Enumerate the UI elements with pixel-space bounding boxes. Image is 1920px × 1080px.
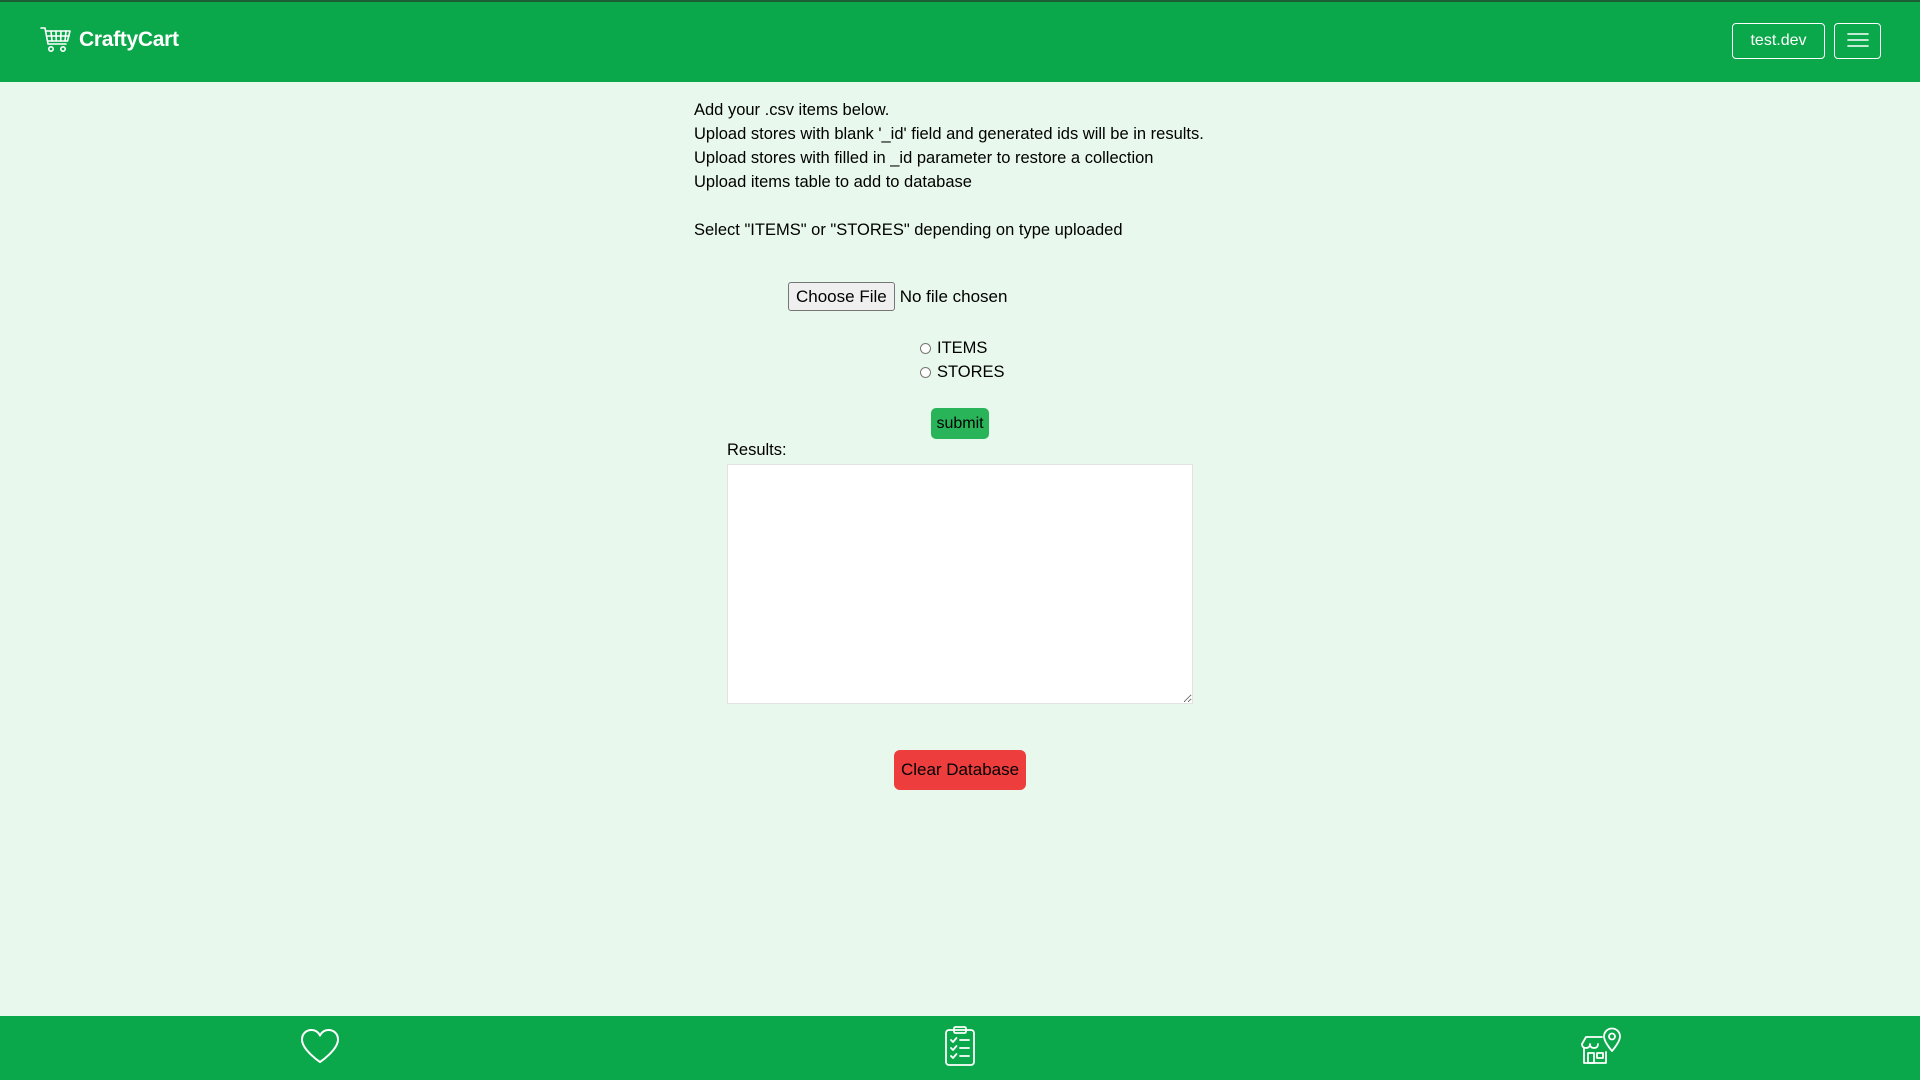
instruction-line: Upload stores with blank '_id' field and… xyxy=(694,125,1204,143)
stores-nav-button[interactable] xyxy=(1578,1027,1622,1069)
favorites-nav-button[interactable] xyxy=(298,1027,342,1069)
shopping-cart-icon xyxy=(40,24,72,56)
top-navbar: CraftyCart test.dev xyxy=(0,0,1920,82)
submit-button[interactable]: submit xyxy=(931,408,989,439)
upload-type-radio-group: ITEMS STORES xyxy=(920,336,1005,384)
brand-name: CraftyCart xyxy=(79,28,179,51)
file-input[interactable]: Choose File No file chosen xyxy=(788,282,1007,311)
results-textarea[interactable] xyxy=(727,464,1193,704)
results-label: Results: xyxy=(727,441,787,459)
radio-option-stores[interactable]: STORES xyxy=(920,360,1005,384)
bottom-navbar xyxy=(0,1016,1920,1080)
user-account-button[interactable]: test.dev xyxy=(1732,23,1825,59)
shopping-list-nav-button[interactable] xyxy=(938,1025,982,1072)
menu-toggle-button[interactable] xyxy=(1834,23,1881,59)
upload-instructions: Add your .csv items below. Upload stores… xyxy=(694,98,1204,242)
radio-label: STORES xyxy=(937,362,1005,381)
instruction-line: Upload items table to add to database xyxy=(694,173,972,191)
store-location-icon xyxy=(1578,1026,1622,1071)
hamburger-menu-icon xyxy=(1846,32,1869,51)
radio-label: ITEMS xyxy=(937,338,988,357)
clear-database-button[interactable]: Clear Database xyxy=(894,750,1026,790)
choose-file-button[interactable]: Choose File xyxy=(788,282,895,311)
instruction-line: Upload stores with filled in _id paramet… xyxy=(694,149,1154,167)
instruction-line: Select "ITEMS" or "STORES" depending on … xyxy=(694,221,1123,239)
radio-button[interactable] xyxy=(920,366,931,378)
instruction-line: Add your .csv items below. xyxy=(694,101,890,119)
heart-icon xyxy=(299,1027,341,1070)
radio-button[interactable] xyxy=(920,342,931,354)
brand-link[interactable]: CraftyCart xyxy=(40,24,179,56)
checklist-icon xyxy=(944,1025,976,1072)
radio-option-items[interactable]: ITEMS xyxy=(920,336,1005,360)
file-status-text: No file chosen xyxy=(899,286,1008,306)
